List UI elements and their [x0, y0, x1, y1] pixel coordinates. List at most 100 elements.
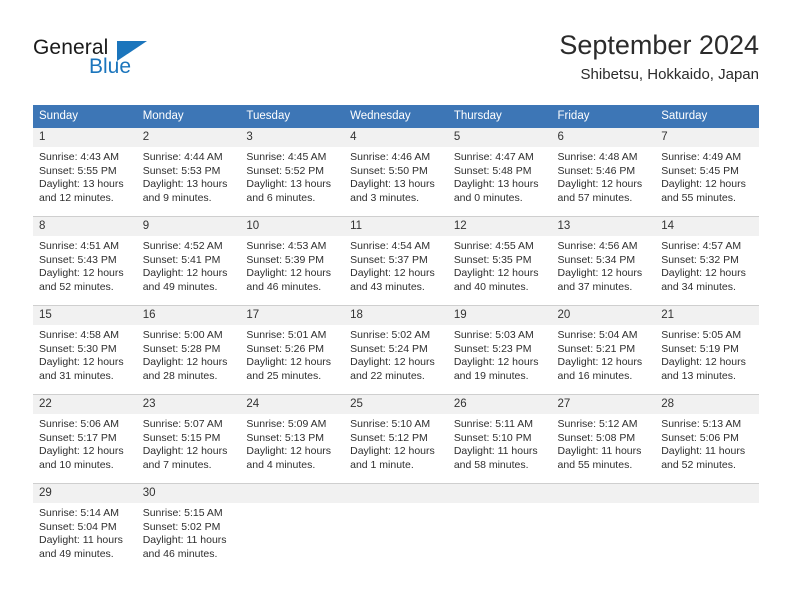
daylight-text-line2: and 12 minutes. [39, 191, 114, 204]
day-number: 15 [33, 306, 137, 325]
daylight-text-line1: Daylight: 12 hours [246, 267, 332, 280]
day-details: Sunrise: 5:10 AM Sunset: 5:12 PM Daylight:… [344, 414, 448, 472]
calendar-cell[interactable]: 24 Sunrise: 5:09 AM Sunset: 5:13 PM Dayligh… [240, 394, 345, 484]
daylight-text-line1: Daylight: 13 hours [246, 178, 332, 191]
day-number: 5 [447, 128, 552, 147]
sunrise-text: Sunrise: 5:06 AM [39, 418, 119, 430]
calendar-cell[interactable]: 19 Sunrise: 5:03 AM Sunset: 5:23 PM Dayligh… [447, 305, 552, 395]
sunrise-text: Sunrise: 5:07 AM [142, 418, 223, 430]
daylight-text-line1: Daylight: 13 hours [350, 178, 435, 191]
sunset-text: Sunset: 5:48 PM [453, 164, 532, 177]
calendar-cell-empty [655, 483, 759, 572]
day-number: 28 [655, 395, 759, 414]
daylight-text-line2: and 40 minutes. [453, 280, 529, 293]
calendar-cell[interactable]: 16 Sunrise: 5:00 AM Sunset: 5:28 PM Dayligh… [136, 305, 241, 395]
sunrise-text: Sunrise: 4:47 AM [453, 151, 534, 163]
daylight-text-line1: Daylight: 11 hours [661, 445, 746, 458]
calendar-header-row: Sunday Monday Tuesday Wednesday Thursday… [33, 105, 759, 128]
sunset-text: Sunset: 5:21 PM [557, 342, 636, 355]
sunset-text: Sunset: 5:34 PM [557, 253, 636, 266]
sunset-text: Sunset: 5:19 PM [661, 342, 739, 355]
day-details: Sunrise: 4:56 AM Sunset: 5:34 PM Daylight:… [552, 236, 656, 294]
calendar-cell[interactable]: 4 Sunrise: 4:46 AM Sunset: 5:50 PM Daylight… [344, 128, 448, 217]
calendar-cell[interactable]: 13 Sunrise: 4:56 AM Sunset: 5:34 PM Dayligh… [551, 216, 656, 306]
weekday-header-thursday: Thursday [447, 105, 552, 128]
calendar-page: General Blue September 2024 Shibetsu, Ho… [0, 0, 792, 612]
day-number: 4 [344, 128, 448, 147]
calendar-cell[interactable]: 10 Sunrise: 4:53 AM Sunset: 5:39 PM Dayligh… [240, 216, 345, 306]
day-details: Sunrise: 4:58 AM Sunset: 5:30 PM Daylight:… [33, 325, 137, 383]
sunrise-text: Sunrise: 5:10 AM [350, 418, 431, 430]
sunrise-text: Sunrise: 5:09 AM [246, 418, 327, 430]
sunset-text: Sunset: 5:37 PM [350, 253, 428, 266]
calendar-cell[interactable]: 20 Sunrise: 5:04 AM Sunset: 5:21 PM Dayligh… [551, 305, 656, 395]
daylight-text-line1: Daylight: 12 hours [246, 445, 332, 458]
calendar-cell[interactable]: 29 Sunrise: 5:14 AM Sunset: 5:04 PM Dayligh… [33, 483, 137, 572]
sunrise-text: Sunrise: 4:55 AM [453, 240, 534, 252]
logo-word-blue: Blue [89, 55, 132, 78]
calendar-cell[interactable]: 3 Sunrise: 4:45 AM Sunset: 5:52 PM Daylight… [240, 128, 345, 217]
sunset-text: Sunset: 5:32 PM [661, 253, 739, 266]
calendar-cell[interactable]: 22 Sunrise: 5:06 AM Sunset: 5:17 PM Dayligh… [33, 394, 137, 484]
day-details: Sunrise: 5:01 AM Sunset: 5:26 PM Daylight:… [240, 325, 344, 383]
calendar-cell[interactable]: 9 Sunrise: 4:52 AM Sunset: 5:41 PM Daylight… [136, 216, 241, 306]
daylight-text-line2: and 10 minutes. [39, 458, 114, 471]
sunset-text: Sunset: 5:46 PM [557, 164, 636, 177]
sunrise-text: Sunrise: 4:52 AM [142, 240, 223, 252]
sunrise-text: Sunrise: 5:11 AM [453, 418, 533, 430]
day-details: Sunrise: 4:45 AM Sunset: 5:52 PM Daylight:… [240, 147, 344, 205]
calendar-cell[interactable]: 15 Sunrise: 4:58 AM Sunset: 5:30 PM Dayligh… [33, 305, 137, 395]
calendar-cell[interactable]: 8 Sunrise: 4:51 AM Sunset: 5:43 PM Daylight… [33, 216, 137, 306]
sunset-text: Sunset: 5:13 PM [246, 431, 325, 444]
day-number: 24 [240, 395, 345, 414]
day-number [447, 484, 552, 503]
calendar-cell[interactable]: 21 Sunrise: 5:05 AM Sunset: 5:19 PM Dayligh… [655, 305, 759, 395]
calendar-cell[interactable]: 25 Sunrise: 5:10 AM Sunset: 5:12 PM Dayligh… [344, 394, 448, 484]
day-number [551, 484, 656, 503]
calendar-cell[interactable]: 11 Sunrise: 4:54 AM Sunset: 5:37 PM Dayligh… [344, 216, 448, 306]
day-details: Sunrise: 5:05 AM Sunset: 5:19 PM Daylight:… [655, 325, 759, 383]
daylight-text-line1: Daylight: 12 hours [557, 178, 643, 191]
calendar-table: Sunday Monday Tuesday Wednesday Thursday… [33, 105, 759, 572]
daylight-text-line2: and 43 minutes. [350, 280, 425, 293]
calendar-cell[interactable]: 6 Sunrise: 4:48 AM Sunset: 5:46 PM Daylight… [551, 128, 656, 217]
day-details: Sunrise: 4:44 AM Sunset: 5:53 PM Daylight:… [137, 147, 241, 205]
calendar-cell[interactable]: 1 Sunrise: 4:43 AM Sunset: 5:55 PM Daylight… [33, 128, 137, 217]
daylight-text-line2: and 4 minutes. [246, 458, 316, 471]
calendar-cell[interactable]: 14 Sunrise: 4:57 AM Sunset: 5:32 PM Dayligh… [655, 216, 759, 306]
day-details: Sunrise: 5:04 AM Sunset: 5:21 PM Daylight:… [552, 325, 656, 383]
calendar-cell[interactable]: 23 Sunrise: 5:07 AM Sunset: 5:15 PM Dayligh… [136, 394, 241, 484]
calendar-cell-empty [551, 483, 656, 572]
sunset-text: Sunset: 5:24 PM [350, 342, 428, 355]
weekday-header-friday: Friday [551, 105, 656, 128]
daylight-text-line2: and 49 minutes. [39, 547, 114, 560]
calendar-cell[interactable]: 7 Sunrise: 4:49 AM Sunset: 5:45 PM Daylight… [655, 128, 759, 217]
daylight-text-line2: and 46 minutes. [142, 547, 218, 560]
sunrise-text: Sunrise: 5:00 AM [142, 329, 223, 341]
weekday-header-wednesday: Wednesday [344, 105, 448, 128]
sunset-text: Sunset: 5:02 PM [142, 520, 221, 533]
day-number: 23 [136, 395, 241, 414]
calendar-cell[interactable]: 12 Sunrise: 4:55 AM Sunset: 5:35 PM Dayligh… [447, 216, 552, 306]
calendar-cell[interactable]: 26 Sunrise: 5:11 AM Sunset: 5:10 PM Dayligh… [447, 394, 552, 484]
calendar-cell-empty [344, 483, 448, 572]
calendar-cell[interactable]: 27 Sunrise: 5:12 AM Sunset: 5:08 PM Dayligh… [551, 394, 656, 484]
daylight-text-line2: and 52 minutes. [661, 458, 736, 471]
calendar-cell[interactable]: 17 Sunrise: 5:01 AM Sunset: 5:26 PM Dayligh… [240, 305, 345, 395]
calendar-cell[interactable]: 2 Sunrise: 4:44 AM Sunset: 5:53 PM Daylight… [136, 128, 241, 217]
day-details: Sunrise: 5:03 AM Sunset: 5:23 PM Daylight:… [448, 325, 552, 383]
calendar-cell[interactable]: 30 Sunrise: 5:15 AM Sunset: 5:02 PM Dayligh… [136, 483, 241, 572]
sunset-text: Sunset: 5:39 PM [246, 253, 325, 266]
calendar-cell[interactable]: 18 Sunrise: 5:02 AM Sunset: 5:24 PM Dayligh… [344, 305, 448, 395]
daylight-text-line1: Daylight: 11 hours [39, 534, 123, 547]
day-number: 13 [551, 217, 656, 236]
sunrise-text: Sunrise: 4:57 AM [661, 240, 742, 252]
calendar-cell[interactable]: 28 Sunrise: 5:13 AM Sunset: 5:06 PM Dayligh… [655, 394, 759, 484]
title-block: September 2024 Shibetsu, Hokkaido, Japan [559, 28, 759, 86]
sunset-text: Sunset: 5:41 PM [142, 253, 221, 266]
daylight-text-line2: and 13 minutes. [661, 369, 736, 382]
daylight-text-line1: Daylight: 11 hours [142, 534, 227, 547]
day-number: 9 [136, 217, 241, 236]
calendar-cell[interactable]: 5 Sunrise: 4:47 AM Sunset: 5:48 PM Daylight… [447, 128, 552, 217]
calendar-week-row: 29 Sunrise: 5:14 AM Sunset: 5:04 PM Dayligh… [33, 483, 759, 572]
